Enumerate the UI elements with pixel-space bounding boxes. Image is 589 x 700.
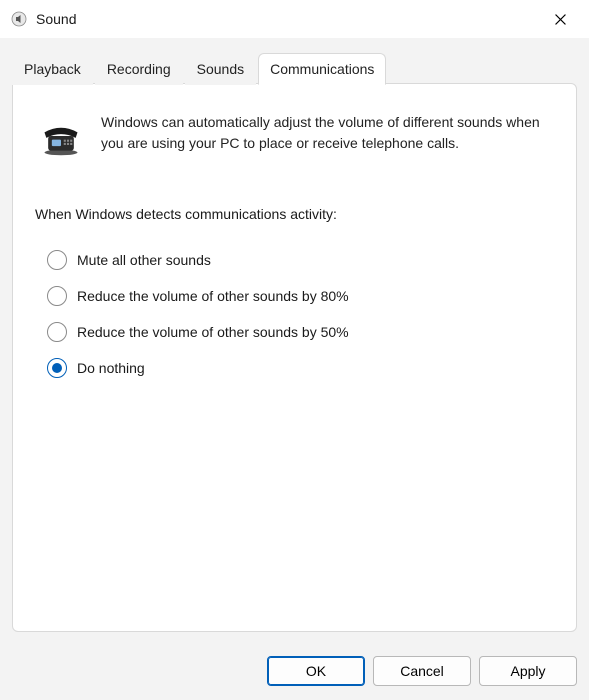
tab-panel-communications: Windows can automatically adjust the vol…	[12, 83, 577, 632]
phone-icon	[39, 114, 83, 158]
tab-playback[interactable]: Playback	[12, 53, 93, 85]
radio-group-communications: Mute all other sounds Reduce the volume …	[35, 250, 554, 378]
sound-icon	[10, 10, 28, 28]
close-button[interactable]	[537, 3, 583, 35]
radio-label: Reduce the volume of other sounds by 50%	[77, 324, 349, 340]
titlebar-left: Sound	[10, 10, 76, 28]
radio-option-reduce80[interactable]: Reduce the volume of other sounds by 80%	[47, 286, 554, 306]
cancel-button[interactable]: Cancel	[373, 656, 471, 686]
radio-label: Do nothing	[77, 360, 145, 376]
description-row: Windows can automatically adjust the vol…	[35, 112, 554, 158]
tab-strip: Playback Recording Sounds Communications	[12, 52, 577, 84]
dialog-body: Playback Recording Sounds Communications	[0, 38, 589, 644]
tab-communications[interactable]: Communications	[258, 53, 386, 85]
window-title: Sound	[36, 11, 76, 27]
description-text: Windows can automatically adjust the vol…	[101, 112, 554, 154]
tab-label: Communications	[270, 61, 374, 77]
radio-input	[47, 250, 67, 270]
radio-option-donothing[interactable]: Do nothing	[47, 358, 554, 378]
titlebar: Sound	[0, 0, 589, 38]
radio-option-reduce50[interactable]: Reduce the volume of other sounds by 50%	[47, 322, 554, 342]
tab-label: Sounds	[197, 61, 244, 77]
apply-button[interactable]: Apply	[479, 656, 577, 686]
tab-label: Playback	[24, 61, 81, 77]
radio-input	[47, 286, 67, 306]
radio-option-mute[interactable]: Mute all other sounds	[47, 250, 554, 270]
tab-label: Recording	[107, 61, 171, 77]
radio-label: Reduce the volume of other sounds by 80%	[77, 288, 349, 304]
tab-sounds[interactable]: Sounds	[185, 53, 256, 85]
radio-input	[47, 322, 67, 342]
radio-label: Mute all other sounds	[77, 252, 211, 268]
close-icon	[555, 14, 566, 25]
tab-recording[interactable]: Recording	[95, 53, 183, 85]
ok-button[interactable]: OK	[267, 656, 365, 686]
radio-input	[47, 358, 67, 378]
section-label: When Windows detects communications acti…	[35, 206, 554, 222]
dialog-button-row: OK Cancel Apply	[0, 644, 589, 700]
